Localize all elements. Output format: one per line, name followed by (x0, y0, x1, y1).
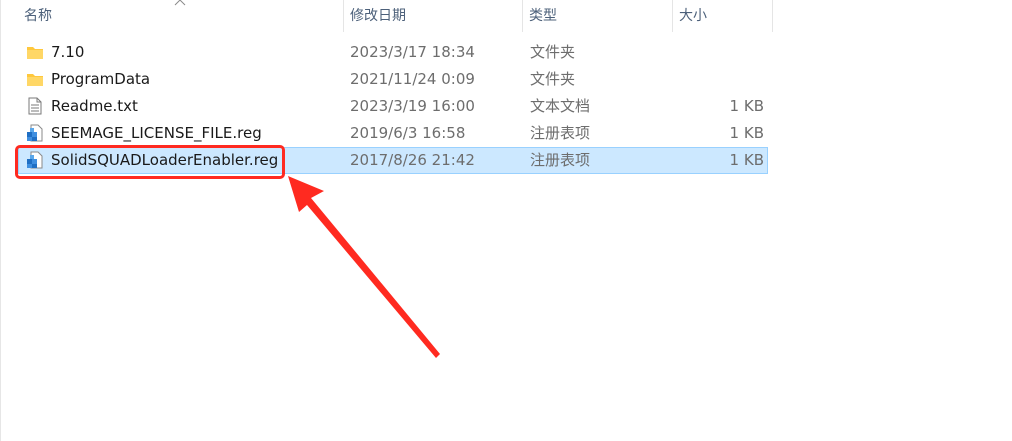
file-name: SEEMAGE_LICENSE_FILE.reg (51, 124, 262, 142)
column-divider[interactable] (772, 0, 773, 32)
folder-icon (27, 47, 43, 59)
file-date: 2021/11/24 0:09 (350, 70, 475, 88)
text-file-icon (28, 97, 42, 115)
file-date: 2023/3/17 18:34 (350, 43, 475, 61)
file-name: Readme.txt (51, 97, 138, 115)
file-size: 1 KB (729, 124, 764, 142)
file-type: 文本文档 (530, 97, 591, 115)
file-name: 7.10 (51, 43, 85, 61)
window-left-edge (0, 0, 1, 441)
column-header-size[interactable]: 大小 (673, 0, 773, 32)
file-type: 注册表项 (530, 124, 591, 142)
file-date: 2017/8/26 21:42 (350, 151, 475, 169)
file-row-readme[interactable]: Readme.txt 2023/3/19 16:00 文本文档 1 KB (18, 93, 768, 120)
registry-file-icon (27, 124, 43, 142)
file-date: 2023/3/19 16:00 (350, 97, 475, 115)
folder-icon (27, 74, 43, 86)
column-header-type[interactable]: 类型 (523, 0, 673, 32)
file-row-7-10[interactable]: 7.10 2023/3/17 18:34 文件夹 (18, 39, 768, 66)
column-header-bar: 名称 修改日期 类型 大小 (0, 0, 773, 32)
file-type: 文件夹 (530, 43, 576, 61)
column-header-name[interactable]: 名称 (18, 0, 344, 32)
file-type: 文件夹 (530, 70, 576, 88)
file-date: 2019/6/3 16:58 (350, 124, 466, 142)
file-row-seemage-license[interactable]: SEEMAGE_LICENSE_FILE.reg 2019/6/3 16:58 … (18, 120, 768, 147)
file-row-programdata[interactable]: ProgramData 2021/11/24 0:09 文件夹 (18, 66, 768, 93)
annotation-highlight-box (15, 145, 285, 179)
file-size: 1 KB (729, 151, 764, 169)
file-type: 注册表项 (530, 151, 591, 169)
file-size: 1 KB (729, 97, 764, 115)
column-header-date[interactable]: 修改日期 (344, 0, 523, 32)
file-name: ProgramData (51, 70, 151, 88)
